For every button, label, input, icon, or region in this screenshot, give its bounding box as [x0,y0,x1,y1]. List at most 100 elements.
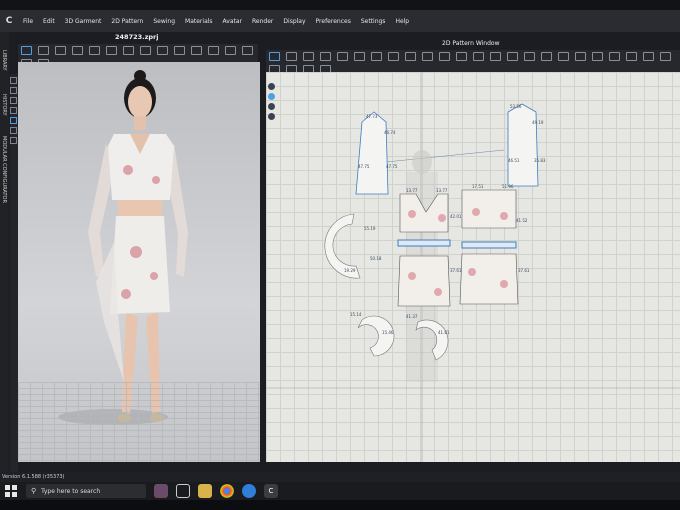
avatar-icon[interactable] [208,46,219,55]
sewing-display-icon[interactable] [10,137,17,144]
move-tool-icon[interactable] [38,46,49,55]
2d-pattern-window[interactable]: 47.73 46.74 47.75 47.75 53.56 49.19 46.5… [266,72,680,462]
monitor-bottom-bezel [0,500,680,510]
unfold-icon[interactable] [660,52,671,61]
circle-icon[interactable] [388,52,399,61]
waistband-front-piece [397,239,451,247]
camera-icon[interactable] [10,87,17,94]
pattern-info-icon[interactable] [268,103,275,110]
measure-label: 47.75 [358,164,370,169]
view-icon[interactable] [10,77,17,84]
transform-pattern-icon[interactable] [269,52,280,61]
measure-label: 37.61 [518,268,530,273]
light-icon[interactable] [10,97,17,104]
ruffle-piece-2 [357,315,395,357]
edit-curve-icon[interactable] [303,52,314,61]
tab-history[interactable]: HISTORY [1,94,7,116]
measure-label: 15.46 [382,330,394,335]
menu-3d-garment[interactable]: 3D Garment [65,18,102,25]
chrome-icon[interactable] [220,484,234,498]
file-explorer-icon[interactable] [198,484,212,498]
pleat-icon[interactable] [558,52,569,61]
status-bar: Version 6.1.588 (r35373) [0,472,680,482]
free-sewing-icon[interactable] [473,52,484,61]
measure-label: 41.81 [438,330,450,335]
waistband-back-piece [461,241,517,249]
garment-display-icon[interactable] [10,117,17,124]
grading-icon[interactable] [541,52,552,61]
3d-side-tools [10,74,18,474]
measure-label: 51.96 [502,184,514,189]
measure-label: 55.19 [364,226,376,231]
notch-icon[interactable] [609,52,620,61]
side-panel-tabs: LIBRARY HISTORY MODULAR CONFIGURATOR [0,32,9,482]
dart-icon[interactable] [422,52,433,61]
symmetry-icon[interactable] [643,52,654,61]
menu-display[interactable]: Display [283,18,305,25]
menu-render[interactable]: Render [252,18,273,25]
clo-app-icon[interactable]: C [264,484,278,498]
curvature-icon[interactable] [337,52,348,61]
menu-2d-pattern[interactable]: 2D Pattern [111,18,143,25]
internal-polygon-icon[interactable] [405,52,416,61]
simulate-icon[interactable] [123,46,134,55]
fitting-icon[interactable] [191,46,202,55]
fabric-display-icon[interactable] [10,127,17,134]
pattern-view-icon[interactable] [268,83,275,90]
menu-avatar[interactable]: Avatar [223,18,242,25]
check-sewing-icon[interactable] [490,52,501,61]
polygon-icon[interactable] [354,52,365,61]
measure-label: 41.52 [516,218,528,223]
zigzag-icon[interactable] [592,52,603,61]
steam-tool-icon[interactable] [174,46,185,55]
annotation-icon[interactable] [524,52,535,61]
menu-preferences[interactable]: Preferences [316,18,351,25]
rectangle-icon[interactable] [371,52,382,61]
menu-help[interactable]: Help [395,18,409,25]
taskbar-search-box[interactable]: ⚲ Type here to search [26,484,146,498]
measure-label: 42.01 [450,214,462,219]
pin-tool-icon[interactable] [72,46,83,55]
windows-start-icon[interactable] [4,484,18,498]
measure-label: 47.75 [386,164,398,169]
task-view-icon[interactable] [176,484,190,498]
menu-file[interactable]: File [23,18,33,25]
texture-tool-icon[interactable] [140,46,151,55]
sleeve-right-piece [507,103,539,187]
select-tool-icon[interactable] [21,46,32,55]
tack-tool-icon[interactable] [55,46,66,55]
app-logo-icon: C [5,16,13,26]
menu-sewing[interactable]: Sewing [153,18,175,25]
menu-edit[interactable]: Edit [43,18,55,25]
segment-sewing-icon[interactable] [456,52,467,61]
search-icon: ⚲ [31,487,37,495]
button-tool-icon[interactable] [242,46,253,55]
tab-library[interactable]: LIBRARY [1,50,7,71]
3d-viewport[interactable] [18,62,260,462]
pattern-pieces: 47.73 46.74 47.75 47.75 53.56 49.19 46.5… [266,72,680,462]
zoom-app-icon[interactable] [242,484,256,498]
text-tool-icon[interactable] [507,52,518,61]
edit-point-icon[interactable] [286,52,297,61]
measure-label: 15.14 [350,312,362,317]
skirt-back-piece [459,253,519,305]
brush-tool-icon[interactable] [157,46,168,55]
measure-tool-icon[interactable] [106,46,117,55]
trace-icon[interactable] [439,52,450,61]
menu-materials[interactable]: Materials [185,18,213,25]
seam-allowance-icon[interactable] [626,52,637,61]
news-widget-icon[interactable] [154,484,168,498]
menu-settings[interactable]: Settings [361,18,386,25]
trim-icon[interactable] [225,46,236,55]
fold-tool-icon[interactable] [89,46,100,55]
tab-modular-configurator[interactable]: MODULAR CONFIGURATOR [1,136,7,203]
add-point-icon[interactable] [320,52,331,61]
pattern-grid-icon[interactable] [268,113,275,120]
search-placeholder: Type here to search [41,487,101,495]
pattern-display-icon[interactable] [268,93,275,100]
windows-taskbar: ⚲ Type here to search C [0,482,680,500]
avatar-display-icon[interactable] [10,107,17,114]
measure-label: 47.73 [366,114,378,119]
gather-icon[interactable] [575,52,586,61]
pattern-window-title: 2D Pattern Window [442,40,500,47]
